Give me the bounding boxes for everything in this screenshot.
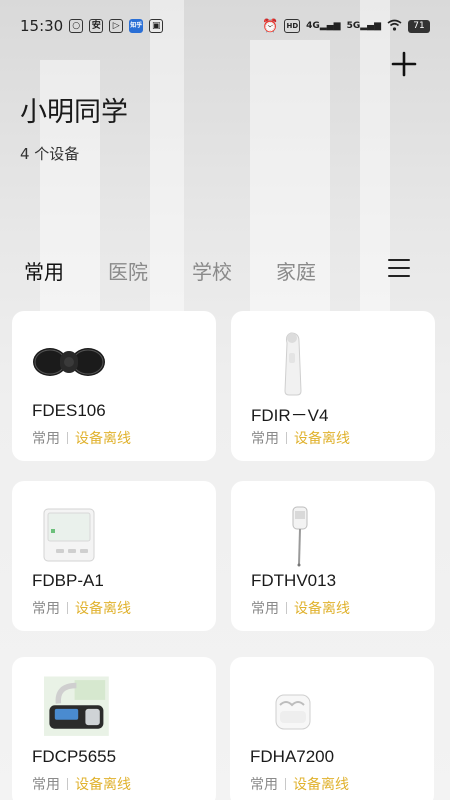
status-bar: 15:30 ○ 安 ▷ 知乎 ▣ ⏰ HD 4G▂▄▆ 5G▂▄▆ 71 (0, 0, 450, 52)
device-meta: 常用 设备离线 (251, 598, 350, 618)
device-scene: 常用 (32, 601, 60, 617)
device-card[interactable]: FDES106 常用 设备离线 (12, 311, 216, 461)
device-status: 设备离线 (75, 601, 131, 617)
device-name: FDCP5655 (32, 747, 117, 766)
device-status: 设备离线 (75, 431, 131, 447)
message-icon: ○ (69, 19, 84, 33)
plus-icon (391, 51, 417, 77)
device-meta: 常用 设备离线 (32, 428, 131, 448)
net2-label: 5G (346, 21, 361, 31)
device-name: FDES106 (32, 401, 106, 420)
device-scene: 常用 (251, 431, 279, 447)
device-meta: 常用 设备离线 (250, 774, 349, 794)
tab-school[interactable]: 学校 (192, 256, 232, 285)
net1-label: 4G (306, 21, 320, 31)
gallery-icon: ▣ (149, 19, 164, 33)
digital-thermometer-image (292, 506, 308, 567)
status-time: 15:30 (20, 17, 64, 35)
device-count: 4 个设备 (20, 145, 80, 163)
device-scene: 常用 (32, 777, 60, 793)
tab-home[interactable]: 家庭 (276, 256, 316, 285)
device-card[interactable]: FDIR－V4 常用 设备离线 (231, 311, 435, 461)
device-card[interactable]: FDHA7200 常用 设备离线 (230, 657, 434, 800)
add-device-button[interactable] (388, 48, 420, 80)
zhihu-icon: 知乎 (129, 19, 144, 33)
device-card[interactable]: FDCP5655 常用 设备离线 (12, 657, 216, 800)
menu-icon[interactable] (388, 259, 410, 277)
divider (67, 602, 68, 614)
device-name: FDIR－V4 (251, 406, 329, 425)
wifi-icon (387, 17, 402, 35)
divider (286, 432, 287, 444)
home-title: 小明同学 (20, 97, 128, 128)
device-status: 设备离线 (75, 777, 131, 793)
cpap-machine-image (44, 676, 109, 736)
tens-massager-image (33, 348, 105, 376)
hearing-aid-image (275, 694, 311, 730)
hd-icon: HD (284, 19, 301, 33)
device-status: 设备离线 (293, 777, 349, 793)
device-name: FDHA7200 (250, 747, 335, 766)
tab-common[interactable]: 常用 (24, 256, 64, 285)
scene-tabs: 常用 医院 学校 家庭 (24, 253, 424, 287)
signal-4g-icon: 4G▂▄▆ (306, 21, 341, 31)
status-left: 15:30 ○ 安 ▷ 知乎 ▣ (20, 17, 164, 35)
device-meta: 常用 设备离线 (32, 598, 131, 618)
device-status: 设备离线 (294, 431, 350, 447)
device-card[interactable]: FDTHV013 常用 设备离线 (231, 481, 435, 631)
divider (286, 602, 287, 614)
video-icon: ▷ (109, 19, 124, 33)
app-icon: 安 (89, 19, 104, 33)
blood-pressure-monitor-image (43, 508, 95, 562)
divider (285, 778, 286, 790)
ear-thermometer-image (284, 332, 302, 396)
divider (67, 778, 68, 790)
battery-icon: 71 (408, 19, 430, 33)
device-meta: 常用 设备离线 (251, 428, 350, 448)
device-scene: 常用 (250, 777, 278, 793)
status-right: ⏰ HD 4G▂▄▆ 5G▂▄▆ 71 (262, 17, 430, 35)
device-meta: 常用 设备离线 (32, 774, 131, 794)
device-status: 设备离线 (294, 601, 350, 617)
alarm-icon: ⏰ (262, 18, 279, 34)
device-scene: 常用 (251, 601, 279, 617)
signal-5g-icon: 5G▂▄▆ (346, 21, 381, 31)
device-name: FDTHV013 (251, 571, 337, 590)
device-card[interactable]: FDBP-A1 常用 设备离线 (12, 481, 216, 631)
divider (67, 432, 68, 444)
tab-hospital[interactable]: 医院 (108, 256, 148, 285)
device-scene: 常用 (32, 431, 60, 447)
device-name: FDBP-A1 (32, 571, 104, 590)
